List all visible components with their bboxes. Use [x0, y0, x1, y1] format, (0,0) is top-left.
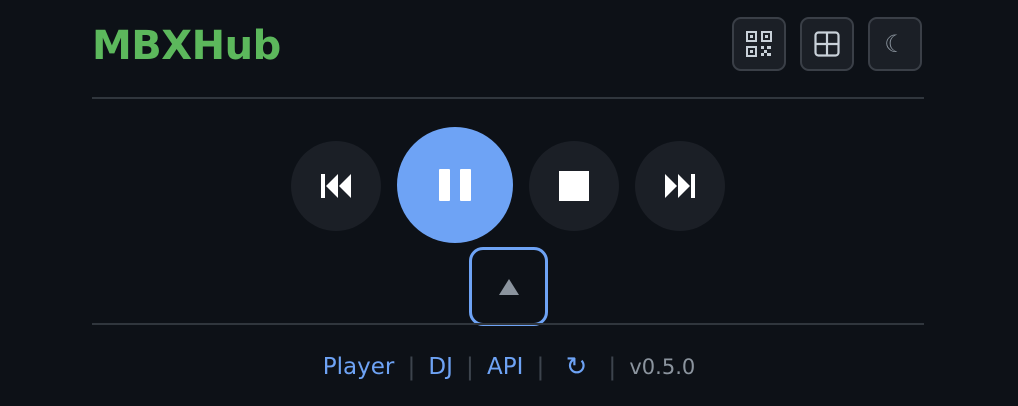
footer-separator: |: [608, 353, 617, 381]
next-button[interactable]: [635, 141, 725, 231]
expand-button[interactable]: [469, 247, 548, 326]
skip-next-icon: [665, 174, 695, 198]
pause-icon: [439, 169, 471, 201]
footer-link-api[interactable]: API: [487, 354, 523, 380]
footer-link-dj[interactable]: DJ: [428, 354, 453, 380]
footer: Player | DJ | API | ↻ | v0.5.0: [0, 349, 1018, 385]
qr-code-button[interactable]: [732, 17, 786, 71]
stop-icon: [559, 171, 589, 201]
theme-toggle-button[interactable]: ☾: [868, 17, 922, 71]
grid-layout-icon: [814, 31, 840, 57]
skip-previous-icon: [321, 174, 351, 198]
chevron-up-icon: [498, 278, 519, 295]
moon-icon: ☾: [884, 30, 906, 58]
app-title: MBXHub: [92, 23, 281, 69]
pause-button[interactable]: [397, 127, 513, 243]
top-divider: [92, 97, 924, 99]
header: MBXHub ☾: [92, 16, 924, 76]
layout-toggle-button[interactable]: [800, 17, 854, 71]
footer-link-player[interactable]: Player: [323, 354, 395, 380]
bottom-divider: [92, 323, 924, 325]
footer-separator: |: [465, 353, 474, 381]
stop-button[interactable]: [529, 141, 619, 231]
previous-button[interactable]: [291, 141, 381, 231]
qr-code-icon: [746, 31, 772, 57]
refresh-icon[interactable]: ↻: [565, 352, 587, 382]
footer-separator: |: [407, 353, 416, 381]
version-label: v0.5.0: [629, 355, 696, 379]
footer-separator: |: [536, 353, 545, 381]
